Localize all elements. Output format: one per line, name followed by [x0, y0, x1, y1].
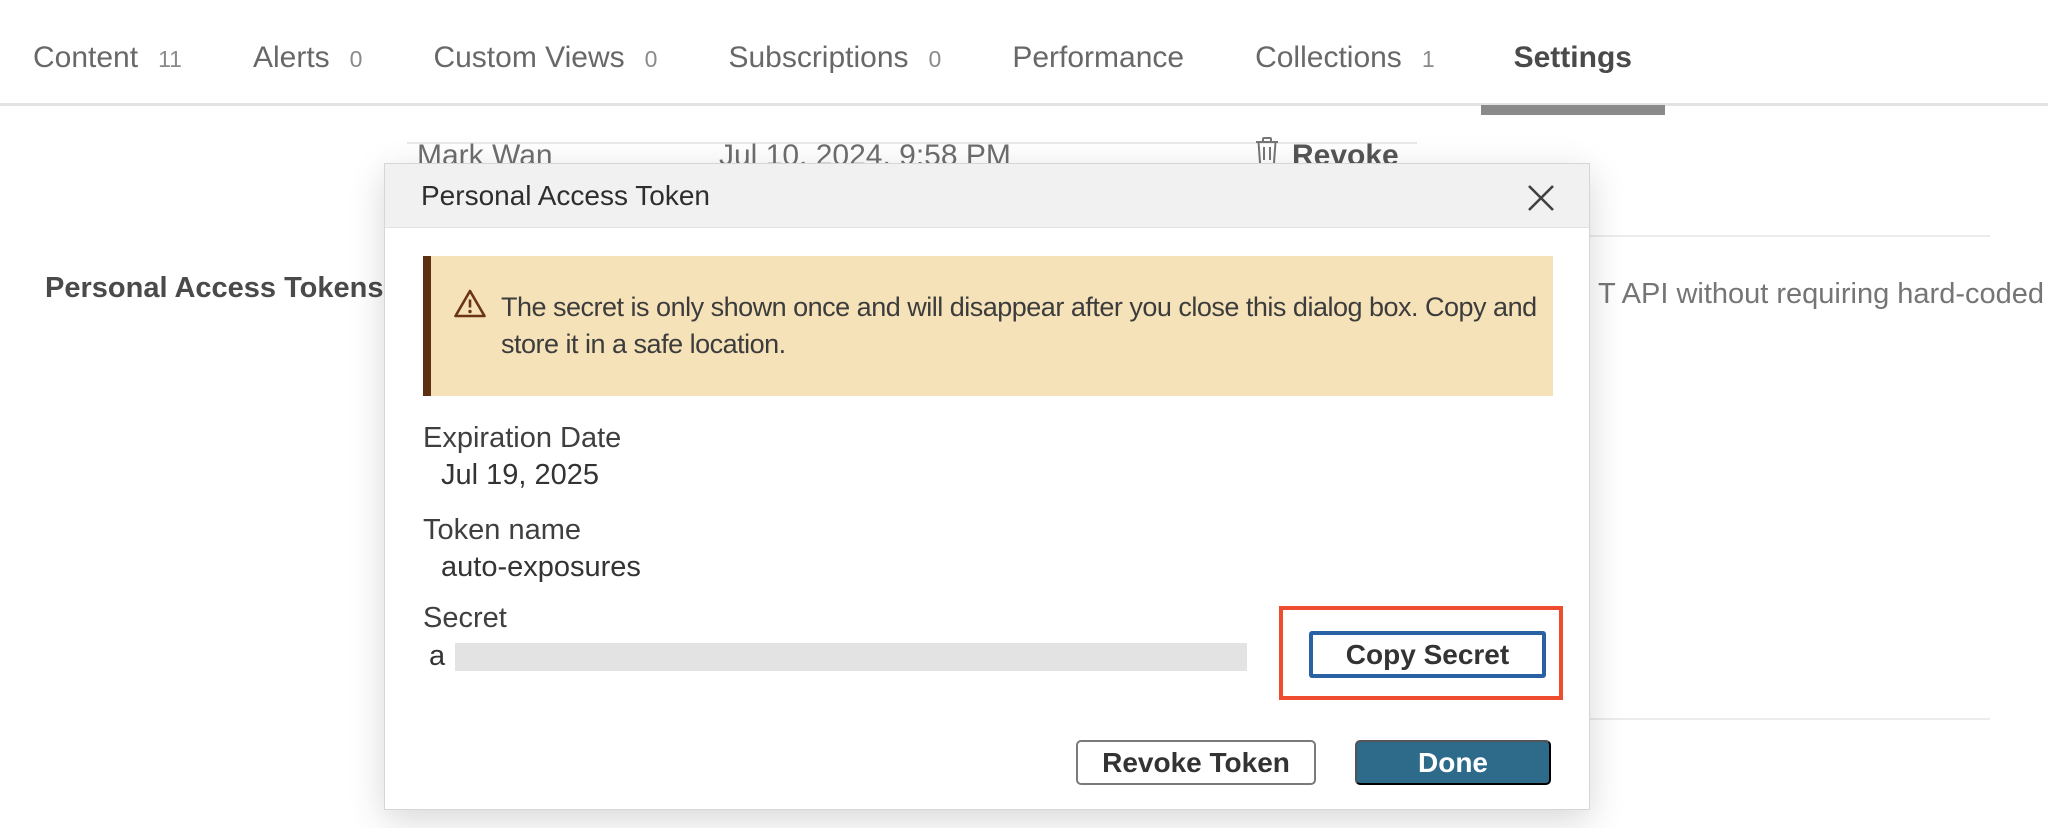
- warning-text-line2: store it in a safe location.: [501, 326, 1537, 363]
- warning-triangle-icon: [453, 288, 487, 324]
- tab-count-badge: 0: [929, 46, 942, 73]
- tab-label: Settings: [1514, 41, 1632, 75]
- tab-label: Custom Views: [433, 41, 624, 75]
- token-name-label: Token name: [423, 514, 581, 547]
- tab-count-badge: 0: [645, 46, 658, 73]
- expiration-date-value: Jul 19, 2025: [441, 459, 599, 492]
- tab-label: Subscriptions: [728, 41, 908, 75]
- secret-label: Secret: [423, 602, 507, 635]
- tab-count-badge: 0: [350, 46, 363, 73]
- dialog-title: Personal Access Token: [421, 180, 710, 212]
- copy-secret-button[interactable]: Copy Secret: [1309, 631, 1546, 678]
- revoke-token-button[interactable]: Revoke Token: [1076, 740, 1316, 785]
- page: Content 11 Alerts 0 Custom Views 0 Subsc…: [0, 0, 2048, 828]
- close-icon[interactable]: [1519, 176, 1563, 220]
- tab-label: Performance: [1012, 41, 1184, 75]
- dialog-header: Personal Access Token: [385, 164, 1589, 228]
- tab-count-badge: 11: [158, 46, 182, 73]
- tab-collections[interactable]: Collections 1: [1255, 41, 1435, 103]
- tab-label: Collections: [1255, 41, 1402, 75]
- tab-performance[interactable]: Performance: [1012, 41, 1184, 103]
- section-description-fragment: T API without requiring hard-coded: [1598, 278, 2044, 311]
- section-heading: Personal Access Tokens: [45, 272, 384, 305]
- tab-bar: Content 11 Alerts 0 Custom Views 0 Subsc…: [0, 0, 2048, 106]
- tab-label: Alerts: [253, 41, 330, 75]
- secret-visible-char: a: [429, 640, 445, 673]
- tab-alerts[interactable]: Alerts 0: [253, 41, 362, 103]
- personal-access-token-dialog: Personal Access Token The secret is only…: [384, 163, 1590, 810]
- done-button[interactable]: Done: [1355, 740, 1551, 785]
- secret-warning-banner: The secret is only shown once and will d…: [423, 256, 1553, 396]
- secret-value-row: a: [429, 640, 1247, 673]
- expiration-date-label: Expiration Date: [423, 422, 621, 455]
- tab-settings[interactable]: Settings: [1481, 41, 1665, 103]
- warning-text: The secret is only shown once and will d…: [501, 289, 1537, 363]
- tab-count-badge: 1: [1422, 46, 1435, 73]
- tab-label: Content: [33, 41, 138, 75]
- secret-redacted-bar: [455, 643, 1247, 671]
- tab-content[interactable]: Content 11: [33, 41, 182, 103]
- active-tab-underline: [1481, 105, 1665, 115]
- token-name-value: auto-exposures: [441, 551, 641, 584]
- tab-subscriptions[interactable]: Subscriptions 0: [728, 41, 941, 103]
- warning-text-line1: The secret is only shown once and will d…: [501, 289, 1537, 326]
- tab-custom-views[interactable]: Custom Views 0: [433, 41, 657, 103]
